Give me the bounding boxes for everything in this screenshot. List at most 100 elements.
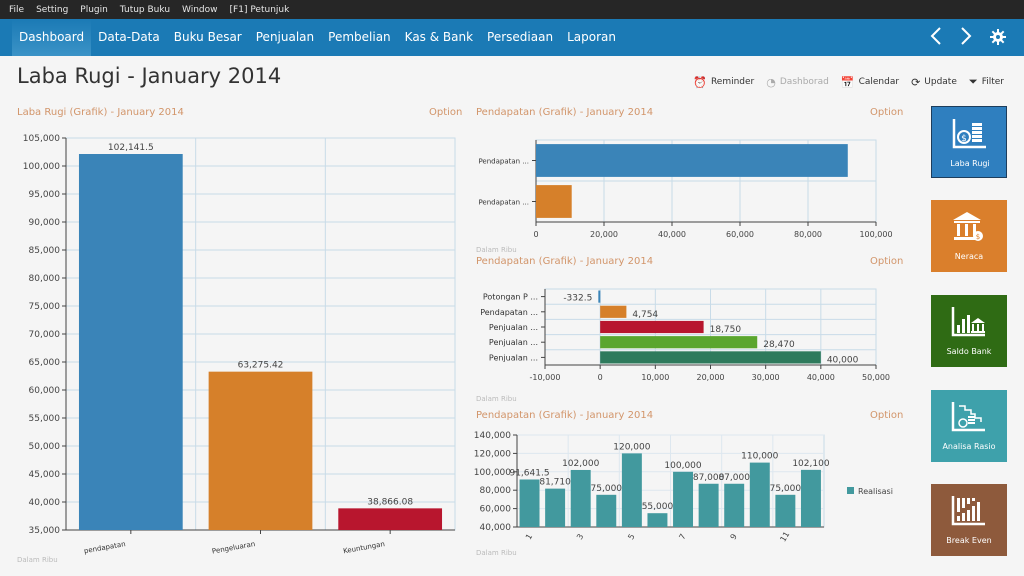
tile-analisa-rasio[interactable]: Analisa Rasio [931, 390, 1007, 462]
update-label: Update [924, 77, 957, 87]
data-label: 40,000 [827, 355, 859, 365]
tile-label: Saldo Bank [946, 347, 992, 356]
nav-buku-besar[interactable]: Buku Besar [167, 19, 249, 56]
tile-label: Analisa Rasio [942, 442, 996, 451]
x-tick-label: 3 [575, 532, 585, 541]
bar [545, 488, 566, 527]
gear-icon[interactable] [990, 26, 1006, 50]
y-tick-label: 55,000 [29, 414, 61, 424]
menu-file[interactable]: File [9, 5, 24, 15]
y-tick-label: 40,000 [480, 523, 512, 533]
y-tick-label: 100,000 [474, 468, 511, 478]
menu-setting[interactable]: Setting [36, 5, 68, 15]
menu-plugin[interactable]: Plugin [80, 5, 108, 15]
tile-break-even[interactable]: Break Even [931, 484, 1007, 556]
x-tick-label: 11 [778, 530, 791, 543]
calendar-icon: 📅 [840, 75, 855, 89]
x-tick-label: 80,000 [794, 230, 822, 239]
tile-laba-rugi[interactable]: $ Laba Rugi [931, 106, 1007, 178]
nav-persediaan[interactable]: Persediaan [480, 19, 560, 56]
x-tick-label: 40,000 [658, 230, 686, 239]
y-tick-label: Pendapatan ... [478, 158, 529, 166]
bar [338, 508, 443, 530]
nav-kas-bank[interactable]: Kas & Bank [398, 19, 480, 56]
laba-rugi-option-link[interactable]: Option [429, 107, 462, 118]
tile-label: Neraca [954, 252, 984, 261]
y-tick-label: 65,000 [29, 358, 61, 368]
reminder-button[interactable]: ⏰ Reminder [693, 76, 754, 89]
y-tick-label: Potongan P ... [483, 293, 538, 302]
bar [600, 320, 704, 334]
bar [536, 144, 848, 177]
y-tick-label: 60,000 [29, 386, 61, 396]
update-button[interactable]: ⟳ Update [911, 76, 957, 89]
bar [600, 336, 758, 349]
x-tick-label: 20,000 [590, 230, 618, 239]
pendapatan3-option-link[interactable]: Option [870, 410, 903, 421]
nav-penjualan[interactable]: Penjualan [249, 19, 321, 56]
data-label: 110,000 [741, 452, 778, 462]
bar [775, 494, 796, 527]
bar [600, 351, 821, 364]
y-tick-label: 90,000 [29, 218, 61, 228]
chart-money-icon: $ [932, 117, 1008, 151]
laba-rugi-chart: 35,000 40,000 45,000 50,000 55,000 60,000 65,0… [23, 134, 456, 555]
legend-swatch [847, 487, 854, 494]
main-nav: Dashboard Data-Data Buku Besar Penjualan… [0, 19, 1024, 56]
data-label: 102,100 [792, 459, 829, 469]
pendapatan1-panel-title: Pendapatan (Grafik) - January 2014 [476, 107, 654, 118]
pendapatan2-option-link[interactable]: Option [870, 256, 903, 267]
bar [536, 185, 572, 218]
bar [596, 494, 617, 527]
x-tick-label: 40,000 [807, 373, 835, 382]
nav-pembelian[interactable]: Pembelian [321, 19, 398, 56]
y-tick-label: Penjualan ... [489, 353, 538, 362]
data-label: 120,000 [613, 442, 650, 452]
pendapatan2-footnote: Dalam Ribu [476, 395, 517, 403]
bar [598, 290, 601, 303]
data-label: 102,000 [562, 459, 599, 469]
bar [749, 462, 770, 527]
y-tick-label: Pendapatan ... [478, 199, 529, 207]
bar [647, 513, 668, 527]
data-label: 55,000 [642, 502, 674, 512]
tile-saldo-bank[interactable]: Saldo Bank [931, 295, 1007, 367]
nav-data-data[interactable]: Data-Data [91, 19, 167, 56]
pendapatan2-panel-title: Pendapatan (Grafik) - January 2014 [476, 256, 654, 267]
filter-button[interactable]: ⏷ Filter [969, 75, 1004, 89]
menu-petunjuk[interactable]: [F1] Petunjuk [230, 5, 290, 15]
bar [724, 483, 745, 527]
menu-window[interactable]: Window [182, 5, 218, 15]
x-tick-label: 100,000 [859, 230, 892, 239]
calendar-button[interactable]: 📅 Calendar [841, 76, 899, 89]
data-label: -332.5 [563, 294, 592, 304]
bar [208, 371, 313, 530]
tile-label: Break Even [946, 536, 992, 545]
bar [621, 453, 642, 527]
nav-laporan[interactable]: Laporan [560, 19, 623, 56]
y-tick-label: 140,000 [474, 431, 511, 441]
bar [78, 154, 183, 530]
chevron-right-icon[interactable] [960, 26, 972, 50]
bar [600, 305, 627, 318]
data-label: 18,750 [710, 325, 742, 335]
x-tick-label: 30,000 [752, 373, 780, 382]
pendapatan1-option-link[interactable]: Option [870, 107, 903, 118]
y-tick-label: 50,000 [29, 442, 61, 452]
x-tick-label: 7 [677, 532, 687, 541]
menu-tutup-buku[interactable]: Tutup Buku [120, 5, 170, 15]
y-tick-label: Penjualan ... [489, 338, 538, 347]
chevron-left-icon[interactable] [930, 26, 942, 50]
alarm-clock-icon: ⏰ [693, 75, 707, 89]
data-label: 38,866.08 [367, 497, 413, 507]
data-label: 102,141.5 [108, 143, 154, 153]
dashboard-button[interactable]: ◔ Dashborad [766, 76, 829, 89]
x-tick-label: Pengeluaran [211, 540, 255, 555]
bar [570, 469, 591, 527]
tile-neraca[interactable]: $ Neraca [931, 200, 1007, 272]
nav-dashboard[interactable]: Dashboard [12, 19, 92, 56]
bank-chart-icon [931, 305, 1007, 339]
legend-label: Realisasi [858, 487, 893, 496]
y-tick-label: 60,000 [480, 505, 512, 515]
pendapatan3-panel-title: Pendapatan (Grafik) - January 2014 [476, 410, 654, 421]
